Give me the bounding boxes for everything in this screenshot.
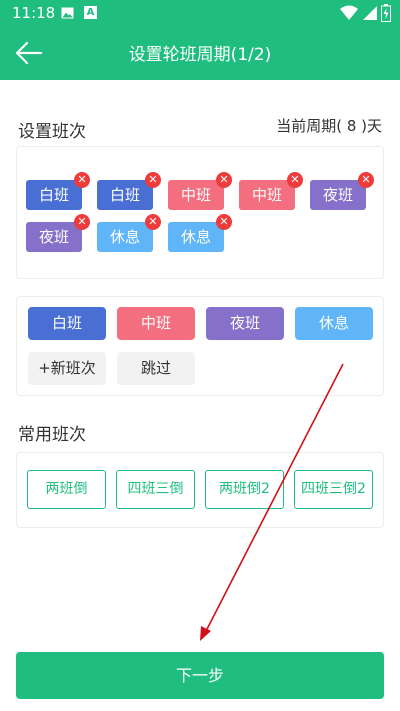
wifi-icon (340, 5, 358, 20)
palette-shift-mid-button[interactable]: 中班 (117, 307, 195, 340)
chip-label: 夜班 (38, 228, 69, 246)
common-shifts-card: 两班倒 四班三倒 两班倒2 四班三倒2 (16, 452, 384, 528)
chip-label: 休息 (109, 228, 140, 246)
selected-shift-chip[interactable]: 休息 ✕ (97, 214, 161, 252)
chip-label: 休息 (180, 228, 211, 246)
selected-shift-chip[interactable]: 夜班 ✕ (26, 214, 90, 252)
chip-label: 夜班 (322, 186, 353, 204)
app-bar: 设置轮班周期(1/2) (0, 27, 400, 80)
selected-shift-chip[interactable]: 白班 ✕ (97, 172, 161, 210)
palette-shift-night-button[interactable]: 夜班 (206, 307, 284, 340)
selected-shift-chip[interactable]: 夜班 ✕ (310, 172, 374, 210)
status-bar: 11:18 A (0, 0, 400, 27)
page-title: 设置轮班周期(1/2) (128, 45, 272, 65)
common-shift-button[interactable]: 四班三倒2 (294, 470, 373, 509)
remove-icon[interactable]: ✕ (74, 172, 90, 188)
battery-icon (381, 4, 391, 22)
remove-icon[interactable]: ✕ (145, 172, 161, 188)
remove-icon[interactable]: ✕ (287, 172, 303, 188)
common-shift-button[interactable]: 四班三倒 (116, 470, 195, 509)
remove-icon[interactable]: ✕ (358, 172, 374, 188)
selected-shift-chip[interactable]: 白班 ✕ (26, 172, 90, 210)
remove-icon[interactable]: ✕ (216, 172, 232, 188)
common-shift-button[interactable]: 两班倒2 (205, 470, 284, 509)
chip-label: 中班 (180, 186, 211, 204)
chip-label: 白班 (109, 186, 140, 204)
cycle-days-text: 当前周期( 8 )天 (276, 117, 382, 135)
selected-shift-chip[interactable]: 休息 ✕ (168, 214, 232, 252)
palette-shift-day-button[interactable]: 白班 (28, 307, 106, 340)
next-step-button[interactable]: 下一步 (16, 652, 384, 699)
selected-shifts-card: 白班 ✕ 白班 ✕ 中班 ✕ 中班 ✕ 夜班 ✕ 夜班 ✕ 休息 ✕ 休息 ✕ (16, 146, 384, 279)
shift-palette-card: 白班 中班 夜班 休息 +新班次 跳过 (16, 296, 384, 396)
remove-icon[interactable]: ✕ (145, 214, 161, 230)
common-shift-button[interactable]: 两班倒 (27, 470, 106, 509)
selected-shift-chip[interactable]: 中班 ✕ (168, 172, 232, 210)
palette-shift-rest-button[interactable]: 休息 (295, 307, 373, 340)
selected-shift-chip[interactable]: 中班 ✕ (239, 172, 303, 210)
skip-button[interactable]: 跳过 (117, 352, 195, 385)
new-shift-button[interactable]: +新班次 (28, 352, 106, 385)
chip-label: 中班 (251, 186, 282, 204)
chip-label: 白班 (38, 186, 69, 204)
remove-icon[interactable]: ✕ (74, 214, 90, 230)
status-time: 11:18 (12, 4, 56, 22)
section-title-common: 常用班次 (18, 425, 86, 445)
remove-icon[interactable]: ✕ (216, 214, 232, 230)
a-icon: A (84, 6, 97, 19)
section-title-shifts: 设置班次 (18, 122, 86, 142)
signal-icon (363, 6, 377, 20)
image-icon (61, 7, 74, 19)
